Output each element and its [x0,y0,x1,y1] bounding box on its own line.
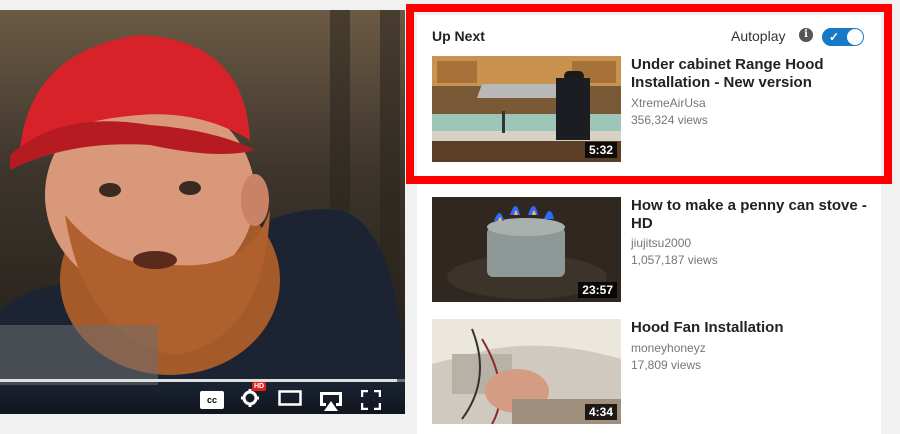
airplay-icon[interactable] [318,390,344,414]
up-next-heading: Up Next [432,28,485,44]
video-player[interactable]: cc HD [0,10,405,414]
autoplay-toggle[interactable]: ✓ [822,28,864,46]
info-icon[interactable]: i [799,28,813,42]
video-thumbnail[interactable]: 5:32 [432,56,621,162]
check-icon: ✓ [829,30,840,44]
video-title[interactable]: Hood Fan Installation [631,319,871,337]
video-views: 17,809 views [631,358,702,372]
video-duration: 5:32 [584,142,617,158]
video-item-penny-can-stove[interactable]: 23:57 How to make a penny can stove - HD… [432,197,872,305]
video-item-under-cabinet-range-hood[interactable]: 5:32 Under cabinet Range Hood Installati… [432,56,872,164]
video-title[interactable]: Under cabinet Range Hood Installation - … [631,56,871,92]
video-views: 356,324 views [631,113,708,127]
video-title[interactable]: How to make a penny can stove - HD [631,197,871,233]
hd-badge: HD [252,382,267,391]
toggle-knob [847,29,863,45]
captions-icon[interactable]: cc [200,390,224,409]
theater-mode-icon[interactable] [278,390,302,411]
settings-icon[interactable]: HD [240,382,267,413]
video-duration: 4:34 [584,404,617,420]
video-channel[interactable]: jiujitsu2000 [631,236,691,250]
video-overlay-card [0,325,158,385]
video-duration: 23:57 [578,282,617,298]
video-thumbnail[interactable]: 4:34 [432,319,621,424]
player-controls: cc HD [0,382,405,414]
video-thumbnail[interactable]: 23:57 [432,197,621,302]
video-channel[interactable]: XtremeAirUsa [631,96,706,110]
video-channel[interactable]: moneyhoneyz [631,341,706,355]
autoplay-label: Autoplay [731,28,786,44]
fullscreen-icon[interactable] [360,389,382,414]
video-views: 1,057,187 views [631,253,718,267]
video-item-hood-fan-installation[interactable]: 4:34 Hood Fan Installation moneyhoneyz 1… [432,319,872,427]
